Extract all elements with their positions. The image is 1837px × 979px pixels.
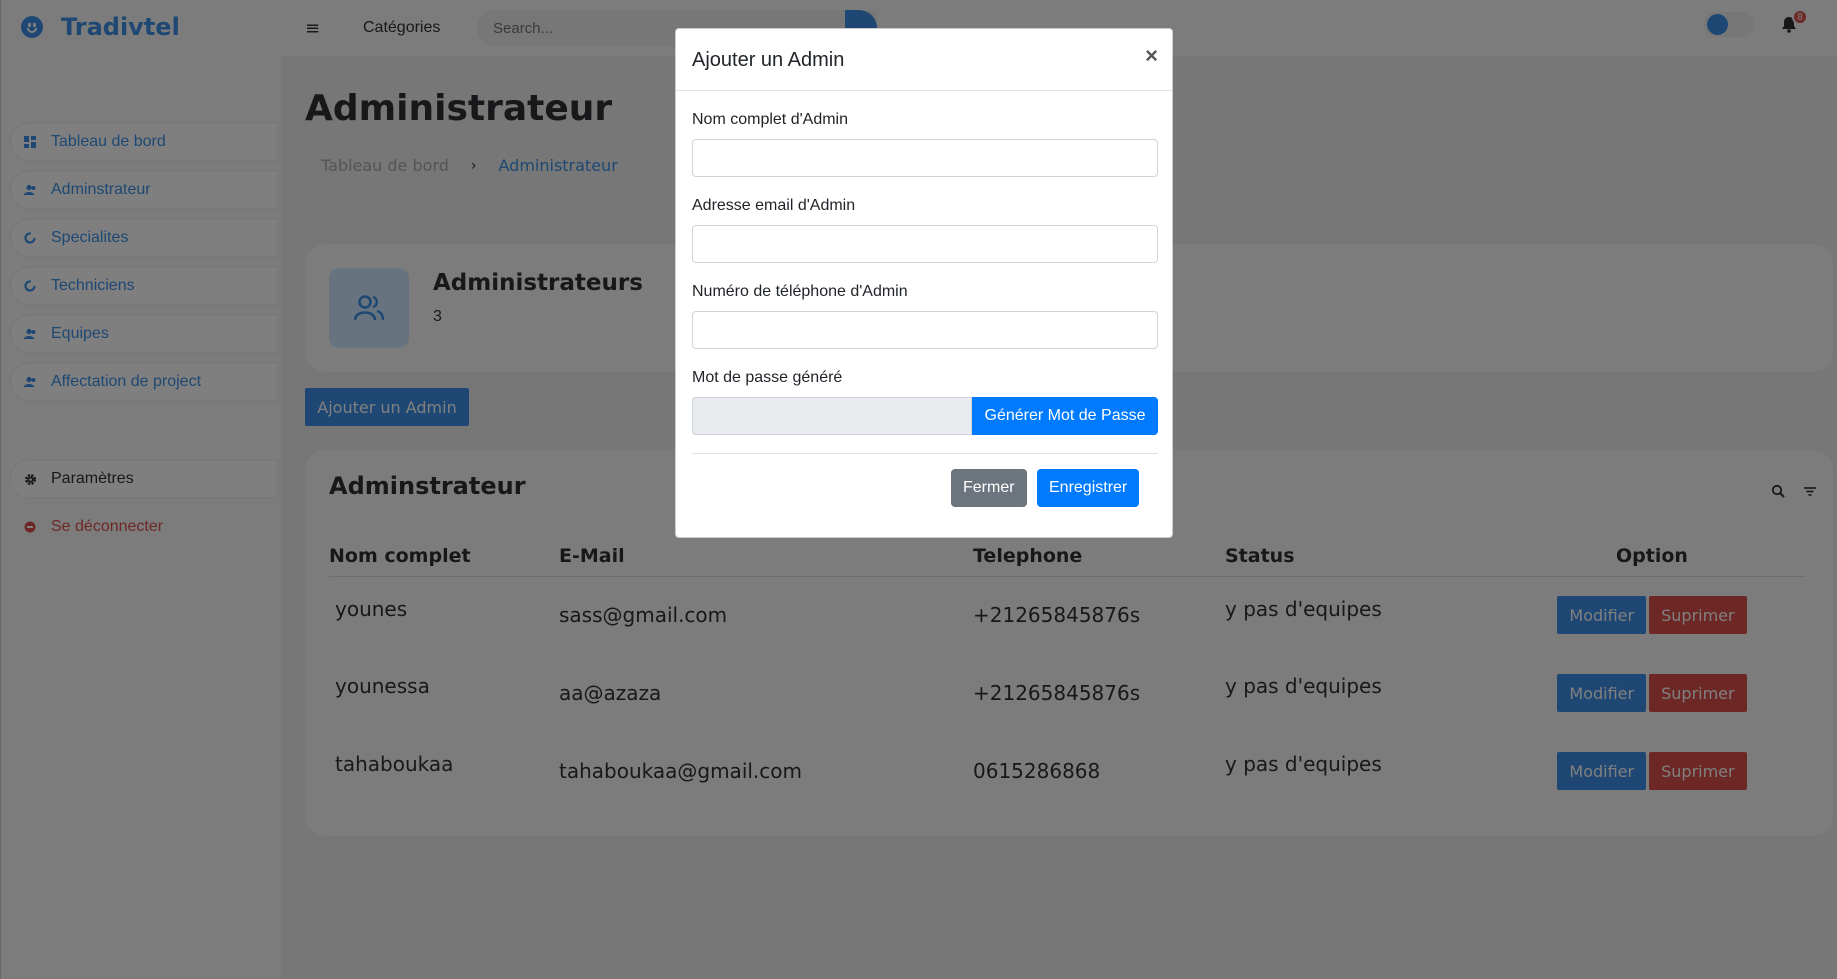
add-admin-modal: Ajouter un Admin × Nom complet d'Admin A… [675,28,1173,538]
email-field-group: Adresse email d'Admin [692,197,1158,263]
admin-email-input[interactable] [692,225,1158,263]
close-icon[interactable]: × [1145,43,1158,69]
phone-label: Numéro de téléphone d'Admin [692,283,908,300]
password-row: Générer Mot de Passe [692,397,1158,435]
modal-divider [692,453,1158,454]
modal-title: Ajouter un Admin [692,49,845,71]
password-label: Mot de passe généré [692,369,843,386]
name-label: Nom complet d'Admin [692,111,848,128]
generated-password-input[interactable] [692,397,972,435]
save-button[interactable]: Enregistrer [1037,469,1140,507]
close-button[interactable]: Fermer [951,469,1027,507]
admin-phone-input[interactable] [692,311,1158,349]
password-field-group: Mot de passe généré Générer Mot de Passe [692,369,1158,435]
phone-field-group: Numéro de téléphone d'Admin [692,283,1158,349]
generate-password-button[interactable]: Générer Mot de Passe [972,397,1158,435]
modal-header: Ajouter un Admin × [676,29,1172,91]
name-field-group: Nom complet d'Admin [692,111,1158,177]
email-label: Adresse email d'Admin [692,197,856,214]
admin-name-input[interactable] [692,139,1158,177]
